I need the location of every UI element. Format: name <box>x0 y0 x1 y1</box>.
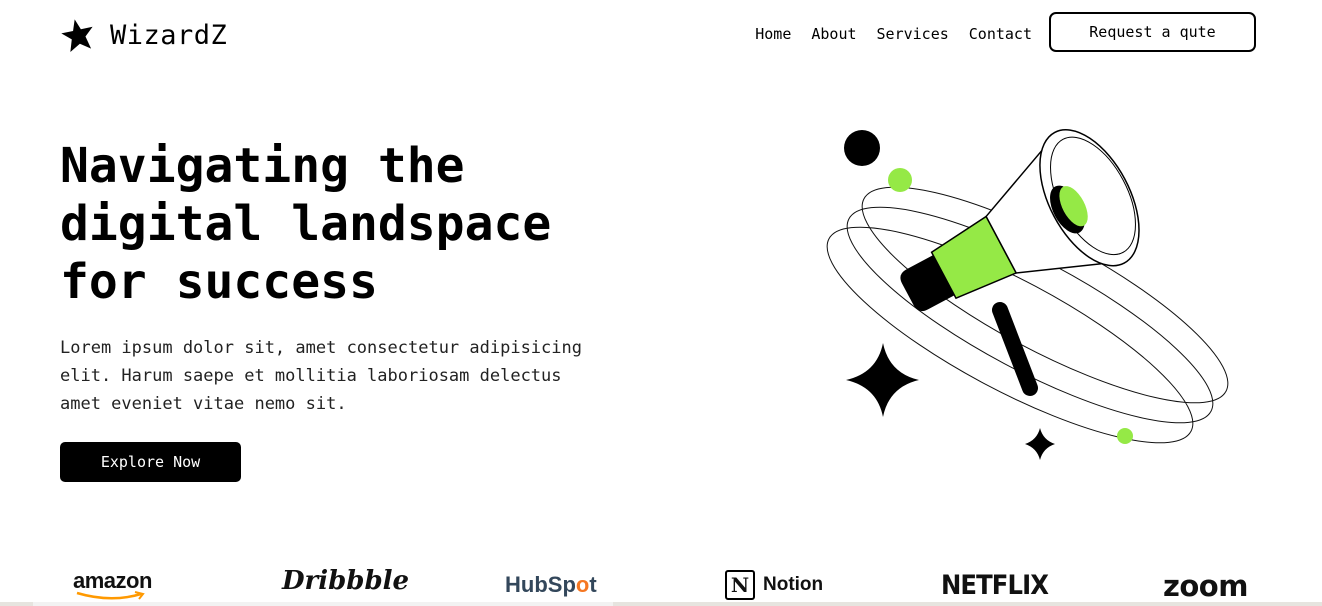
nav-link-services[interactable]: Services <box>877 25 949 43</box>
hero-title-line-2: digital landspace <box>60 196 552 252</box>
netflix-logo: NETFLIX <box>941 570 1049 601</box>
hero-description-line-1: Lorem ipsum dolor sit, amet consectetur … <box>60 338 582 358</box>
notion-icon: N <box>725 570 755 600</box>
nav-link-about[interactable]: About <box>811 25 856 43</box>
hero-description-line-2: elit. Harum saepe et mollitia laboriosam… <box>60 366 562 386</box>
hero-description: Lorem ipsum dolor sit, amet consectetur … <box>60 334 630 418</box>
brand-logo[interactable]: WizardZ <box>60 17 227 53</box>
hubspot-sprocket-icon: o <box>575 572 590 597</box>
nav-link-home[interactable]: Home <box>755 25 791 43</box>
hubspot-logo: HubSpot <box>505 572 597 598</box>
hero-description-line-3: amet eveniet vitae nemo sit. <box>60 394 347 414</box>
notion-logo: N Notion <box>725 570 823 600</box>
hero-title: Navigating the digital landspace for succe… <box>60 137 660 311</box>
nav-menu: Home About Services Contact <box>755 25 1032 43</box>
notion-label: Notion <box>763 574 824 595</box>
zoom-logo: zoom <box>1163 569 1248 603</box>
hubspot-logo-part-1: HubSp <box>505 572 576 597</box>
megaphone-icon <box>826 129 1229 460</box>
request-quote-button[interactable]: Request a qute <box>1049 12 1256 52</box>
amazon-smile-icon <box>76 591 145 600</box>
hero-title-line-3: for success <box>60 254 378 310</box>
hubspot-logo-part-2: t <box>589 572 597 597</box>
hero-title-line-1: Navigating the <box>60 138 465 194</box>
brand-name: WizardZ <box>110 19 228 51</box>
partner-logos: amazon Dribbble HubSpot N Notion NETFLIX… <box>0 560 1322 606</box>
star-icon <box>61 19 93 52</box>
dribbble-logo: Dribbble <box>282 566 410 596</box>
scrollbar-thumb[interactable] <box>33 602 613 606</box>
navbar: WizardZ Home About Services Contact Requ… <box>0 0 1322 70</box>
explore-now-button[interactable]: Explore Now <box>60 442 241 482</box>
nav-link-contact[interactable]: Contact <box>969 25 1032 43</box>
